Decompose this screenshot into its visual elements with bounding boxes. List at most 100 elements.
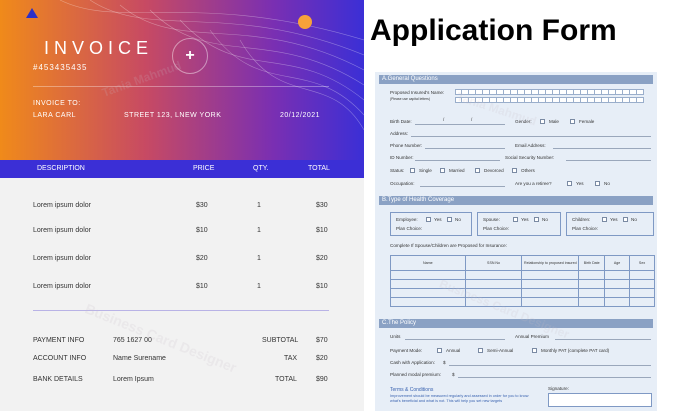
units-field[interactable] [405,339,505,340]
others-checkbox[interactable] [512,168,517,173]
form-title: Application Form [370,14,617,47]
employee-yes-checkbox[interactable] [426,217,431,222]
column-price: PRICE [193,165,215,172]
divider [33,310,329,311]
annual-checkbox[interactable] [437,348,442,353]
date-separator: / [471,117,473,122]
item-price: $30 [196,202,208,209]
invoice-number: #453435435 [33,63,88,72]
id-number-label: ID Number: [390,155,414,160]
female-label: Female [579,119,595,124]
table-row: Lorem ipsum dolor $20 1 $20 [0,255,364,269]
children-yes-checkbox[interactable] [602,217,607,222]
item-qty: 1 [257,202,261,209]
annual-label: Annual [446,348,461,353]
id-number-field[interactable] [415,160,500,161]
semi-annual-checkbox[interactable] [478,348,483,353]
children-yes-label: Yes [610,217,618,222]
divider [33,86,329,87]
item-total: $10 [316,283,328,290]
subtotal-value: $70 [316,337,328,344]
section-coverage: B.Type of Health Coverage [379,196,653,205]
female-checkbox[interactable] [570,119,575,124]
table-row[interactable] [390,279,655,289]
occupation-field[interactable] [420,186,505,187]
spouse-yes-checkbox[interactable] [513,217,518,222]
column-total: TOTAL [308,165,330,172]
column-qty: QTY. [253,165,269,172]
signature-field[interactable] [548,393,652,407]
retiree-no-checkbox[interactable] [595,181,600,186]
invoice-header: + INVOICE #453435435 INVOICE TO: LARA CA… [0,0,364,160]
single-label: Single [419,168,432,173]
employee-yes-label: Yes [434,217,442,222]
address-field[interactable] [411,136,651,137]
watermark-text: Business Card Designer [82,300,239,376]
divorced-label: Devorced [484,168,504,173]
item-price: $20 [196,255,208,262]
bank-details-value: Lorem Ipsum [113,376,154,383]
item-total: $30 [316,202,328,209]
email-field[interactable] [553,148,651,149]
retiree-label: Are you a retiree? [515,181,552,186]
column-ssn: SSN No [464,255,523,271]
item-price: $10 [196,283,208,290]
account-info-value: Name Surename [113,355,166,362]
terms-title: Terms & Conditions [390,387,434,393]
employee-box: Employee: Yes No Plan Choice: [390,212,472,236]
cash-field[interactable] [449,365,651,366]
item-total: $20 [316,255,328,262]
table-row[interactable] [390,270,655,280]
client-address: STREET 123, LNEW YORK [124,112,222,119]
employee-no-checkbox[interactable] [447,217,452,222]
payment-info-label: PAYMENT INFO [33,337,85,344]
insured-name-label: Proposed Insured's Name: [390,90,445,95]
insured-name-field[interactable] [455,89,644,95]
item-description: Lorem ipsum dolor [33,283,91,290]
date-separator: / [443,117,445,122]
table-row: Lorem ipsum dolor $30 1 $30 [0,202,364,216]
phone-field[interactable] [425,148,505,149]
retiree-no-label: No [604,181,610,186]
invoice-to-label: INVOICE TO: [33,100,81,107]
table-row[interactable] [390,288,655,298]
ssn-label: Social Security Number: [505,155,555,160]
retiree-yes-checkbox[interactable] [567,181,572,186]
ssn-field[interactable] [566,160,651,161]
column-sex: Sex [629,255,655,271]
children-label: Children: [572,217,591,222]
birth-date-field[interactable] [415,124,505,125]
married-checkbox[interactable] [440,168,445,173]
triangle-decoration [26,8,38,18]
single-checkbox[interactable] [410,168,415,173]
modal-premium-field[interactable] [458,377,651,378]
bank-details-label: BANK DETAILS [33,376,83,383]
invoice-date: 20/12/2021 [280,112,321,119]
coverage-note: Complete If Spouse/Children are Proposed… [390,243,507,248]
status-label: Status: [390,168,405,173]
account-info-label: ACCOUNT INFO [33,355,87,362]
annual-premium-field[interactable] [555,339,651,340]
monthly-label: Monthly PAT (complete PAT card) [541,348,610,353]
retiree-yes-label: Yes [576,181,584,186]
children-no-checkbox[interactable] [623,217,628,222]
birth-date-label: Birth Date: [390,119,412,124]
circle-decoration [298,15,312,29]
column-description: DESCRIPTION [37,165,85,172]
cash-label: Cash with Application: [390,360,435,365]
currency-symbol: $ [443,360,446,365]
table-row[interactable] [390,297,655,307]
signature-label: Signature: [548,386,569,391]
table-row: Lorem ipsum dolor $10 1 $10 [0,283,364,297]
annual-premium-label: Annual Premium [515,334,549,339]
divorced-checkbox[interactable] [475,168,480,173]
insured-name-note: (Please use capital letters) [390,97,430,101]
monthly-checkbox[interactable] [532,348,537,353]
column-relationship: Relationship to proposed insured [521,255,580,271]
invoice-panel: + INVOICE #453435435 INVOICE TO: LARA CA… [0,0,364,411]
employee-label: Employee: [396,217,418,222]
column-birth-date: Birth Date [578,255,606,271]
male-checkbox[interactable] [540,119,545,124]
spouse-no-checkbox[interactable] [534,217,539,222]
email-label: Email Address: [515,143,546,148]
